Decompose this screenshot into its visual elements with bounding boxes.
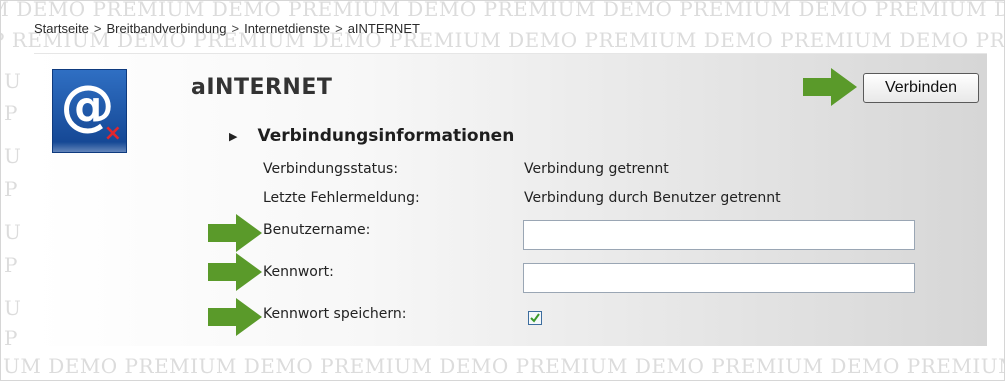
- green-arrow-icon: [208, 214, 262, 252]
- checkmark-icon: [530, 313, 540, 323]
- breadcrumb-startseite[interactable]: Startseite: [34, 21, 89, 36]
- password-label: Kennwort:: [263, 264, 334, 280]
- watermark-row: P: [4, 326, 18, 350]
- section-header[interactable]: ▶ Verbindungsinformationen: [229, 126, 514, 146]
- green-arrow-icon: [803, 68, 857, 106]
- last-error-label: Letzte Fehlermeldung:: [263, 190, 420, 206]
- username-label: Benutzername:: [263, 222, 371, 238]
- breadcrumb-internetdienste[interactable]: Internetdienste: [244, 21, 330, 36]
- watermark-row: P: [4, 101, 18, 125]
- watermark-row: P: [4, 177, 18, 201]
- watermark-row: U: [4, 69, 22, 93]
- green-arrow-icon: [208, 253, 262, 291]
- at-sign-disconnected-icon: @ ×: [52, 69, 127, 153]
- connection-status-value: Verbindung getrennt: [524, 161, 669, 177]
- watermark-row: U: [4, 296, 22, 320]
- save-password-checkbox[interactable]: [528, 311, 542, 325]
- username-input[interactable]: [523, 220, 915, 250]
- breadcrumb-current: aINTERNET: [347, 21, 420, 36]
- password-input[interactable]: [523, 263, 915, 293]
- watermark-row: UM DEMO PREMIUM DEMO PREMIUM DEMO PREMIU…: [1, 1, 1004, 21]
- save-password-label: Kennwort speichern:: [263, 306, 407, 322]
- green-arrow-icon: [208, 298, 262, 336]
- breadcrumb-breitbandverbindung[interactable]: Breitbandverbindung: [107, 21, 227, 36]
- connect-button[interactable]: Verbinden: [863, 73, 979, 103]
- icon-gloss: [53, 142, 126, 152]
- connection-status-label: Verbindungsstatus:: [263, 161, 399, 177]
- breadcrumb-separator: >: [231, 21, 240, 36]
- watermark-row: U: [4, 144, 22, 168]
- breadcrumb: Startseite > Breitbandverbindung > Internetd…: [34, 21, 420, 36]
- page-frame: UM DEMO PREMIUM DEMO PREMIUM DEMO PREMIU…: [0, 0, 1005, 381]
- breadcrumb-separator: >: [93, 21, 102, 36]
- watermark-row: P: [4, 253, 18, 277]
- page-title: aINTERNET: [191, 75, 333, 100]
- breadcrumb-separator: >: [335, 21, 343, 36]
- expand-triangle-icon[interactable]: ▶: [229, 130, 237, 143]
- section-title: Verbindungsinformationen: [257, 126, 515, 146]
- last-error-value: Verbindung durch Benutzer getrennt: [524, 190, 781, 206]
- watermark-row: U: [4, 220, 22, 244]
- watermark-row: UM DEMO PREMIUM DEMO PREMIUM DEMO PREMIU…: [3, 354, 1004, 378]
